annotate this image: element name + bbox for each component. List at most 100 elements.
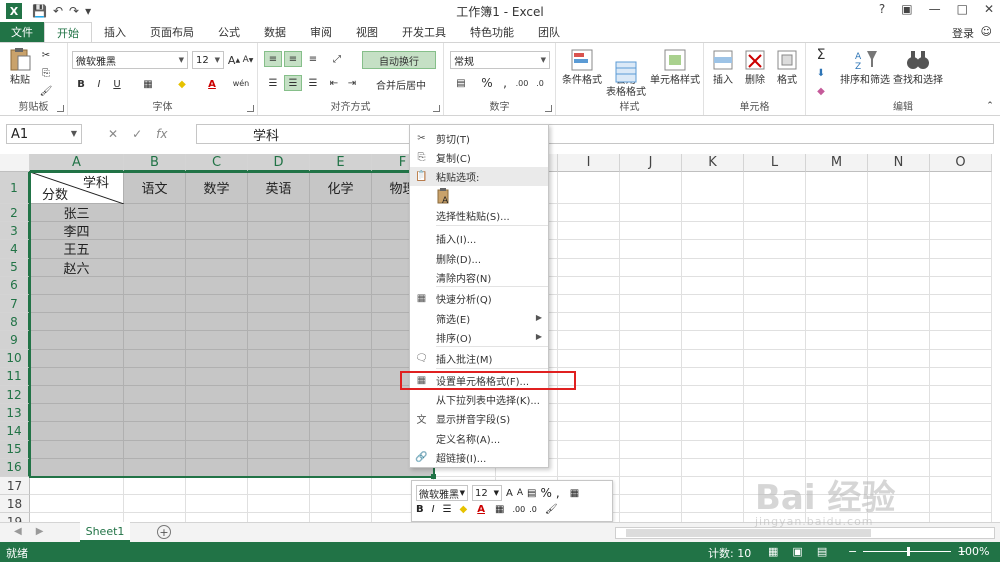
align-center-icon[interactable]: ☰: [284, 75, 302, 91]
cell-j3[interactable]: [620, 222, 682, 241]
cell-c14[interactable]: [186, 422, 248, 441]
feedback-icon[interactable]: ☺: [981, 25, 992, 38]
bold-button[interactable]: B: [74, 76, 88, 92]
underline-button[interactable]: U: [110, 76, 124, 92]
cell-k14[interactable]: [682, 422, 744, 441]
delete-cells-button[interactable]: 删除: [740, 47, 770, 87]
cell-l13[interactable]: [744, 404, 806, 423]
cell-c9[interactable]: [186, 331, 248, 350]
cell-n6[interactable]: [868, 276, 930, 295]
row-header-18[interactable]: 18: [0, 495, 30, 514]
paste-button[interactable]: 粘贴: [6, 47, 34, 87]
cell-j9[interactable]: [620, 331, 682, 350]
cell-b8[interactable]: [124, 313, 186, 332]
row-header-4[interactable]: 4: [0, 240, 30, 259]
cell-k8[interactable]: [682, 313, 744, 332]
customize-icon[interactable]: ▾: [85, 4, 91, 18]
cell-o12[interactable]: [930, 386, 992, 405]
cell-k11[interactable]: [682, 367, 744, 386]
column-header-k[interactable]: K: [682, 154, 744, 172]
cell-b4[interactable]: [124, 240, 186, 259]
cell-b16[interactable]: [124, 458, 186, 477]
menu-item-delete[interactable]: 删除(D)...: [410, 249, 548, 268]
cell-k13[interactable]: [682, 404, 744, 423]
cell-o7[interactable]: [930, 295, 992, 314]
copy-icon[interactable]: ⎘: [38, 65, 54, 81]
cell-m7[interactable]: [806, 295, 868, 314]
cell-n8[interactable]: [868, 313, 930, 332]
name-box-dropdown-icon[interactable]: ▼: [71, 129, 77, 138]
cell-l12[interactable]: [744, 386, 806, 405]
cell-n19[interactable]: [868, 513, 930, 522]
column-header-l[interactable]: L: [744, 154, 806, 172]
cell-j17[interactable]: [620, 477, 682, 496]
cell-d6[interactable]: [248, 276, 310, 295]
cell-n7[interactable]: [868, 295, 930, 314]
percent-style-icon[interactable]: %: [478, 75, 496, 91]
cell-o18[interactable]: [930, 495, 992, 514]
row-header-6[interactable]: 6: [0, 276, 30, 295]
cell-i12[interactable]: [558, 386, 620, 405]
cell-m14[interactable]: [806, 422, 868, 441]
cell-k6[interactable]: [682, 276, 744, 295]
cell-i15[interactable]: [558, 440, 620, 459]
decrease-decimal-icon[interactable]: .0: [532, 75, 548, 91]
comma-style-icon[interactable]: ,: [498, 75, 512, 91]
cell-c12[interactable]: [186, 386, 248, 405]
cell-n3[interactable]: [868, 222, 930, 241]
font-name-select[interactable]: 微软雅黑 ▼: [72, 51, 188, 69]
menu-item-define-name[interactable]: 定义名称(A)...: [410, 429, 548, 448]
cell-o16[interactable]: [930, 458, 992, 477]
cell-k18[interactable]: [682, 495, 744, 514]
cell-d11[interactable]: [248, 367, 310, 386]
cell-b18[interactable]: [124, 495, 186, 514]
cell-d3[interactable]: [248, 222, 310, 241]
tab-home[interactable]: 开始: [44, 22, 92, 42]
cell-j2[interactable]: [620, 204, 682, 223]
cell-o10[interactable]: [930, 349, 992, 368]
bottom-align-icon[interactable]: ≡: [304, 51, 322, 67]
cell-a17[interactable]: [30, 477, 124, 496]
cell-c13[interactable]: [186, 404, 248, 423]
row-header-19[interactable]: 19: [0, 513, 30, 522]
cell-k19[interactable]: [682, 513, 744, 522]
cell-n2[interactable]: [868, 204, 930, 223]
cell-b7[interactable]: [124, 295, 186, 314]
format-painter-icon[interactable]: 🖌: [38, 83, 54, 99]
column-header-b[interactable]: B: [124, 154, 186, 172]
cell-e4[interactable]: [310, 240, 372, 259]
cell-a15[interactable]: [30, 440, 124, 459]
cell-o19[interactable]: [930, 513, 992, 522]
cell-m8[interactable]: [806, 313, 868, 332]
cell-e16[interactable]: [310, 458, 372, 477]
cell-n18[interactable]: [868, 495, 930, 514]
redo-icon[interactable]: ↷: [69, 4, 79, 18]
cell-e1[interactable]: 化学: [310, 172, 372, 204]
tab-review[interactable]: 审阅: [298, 22, 344, 42]
cell-j11[interactable]: [620, 367, 682, 386]
cell-d1[interactable]: 英语: [248, 172, 310, 204]
cell-e12[interactable]: [310, 386, 372, 405]
mini-decrease-decimal-icon[interactable]: .0: [529, 505, 537, 514]
increase-decimal-icon[interactable]: .00: [514, 75, 530, 91]
menu-item-insert[interactable]: 插入(I)...: [410, 229, 548, 248]
cell-l6[interactable]: [744, 276, 806, 295]
row-header-7[interactable]: 7: [0, 295, 30, 314]
conditional-formatting-button[interactable]: 条件格式: [560, 47, 604, 87]
sheet-tab-sheet1[interactable]: Sheet1: [80, 522, 130, 542]
cell-d9[interactable]: [248, 331, 310, 350]
cell-a13[interactable]: [30, 404, 124, 423]
find-select-button[interactable]: 查找和选择: [892, 47, 944, 87]
cell-o1[interactable]: [930, 172, 992, 204]
cell-c6[interactable]: [186, 276, 248, 295]
cell-a14[interactable]: [30, 422, 124, 441]
cell-l2[interactable]: [744, 204, 806, 223]
cell-i2[interactable]: [558, 204, 620, 223]
cell-j4[interactable]: [620, 240, 682, 259]
maximize-button[interactable]: □: [957, 2, 968, 16]
cell-n16[interactable]: [868, 458, 930, 477]
column-header-m[interactable]: M: [806, 154, 868, 172]
column-header-o[interactable]: O: [930, 154, 992, 172]
horizontal-scrollbar[interactable]: [615, 527, 995, 539]
cell-a11[interactable]: [30, 367, 124, 386]
